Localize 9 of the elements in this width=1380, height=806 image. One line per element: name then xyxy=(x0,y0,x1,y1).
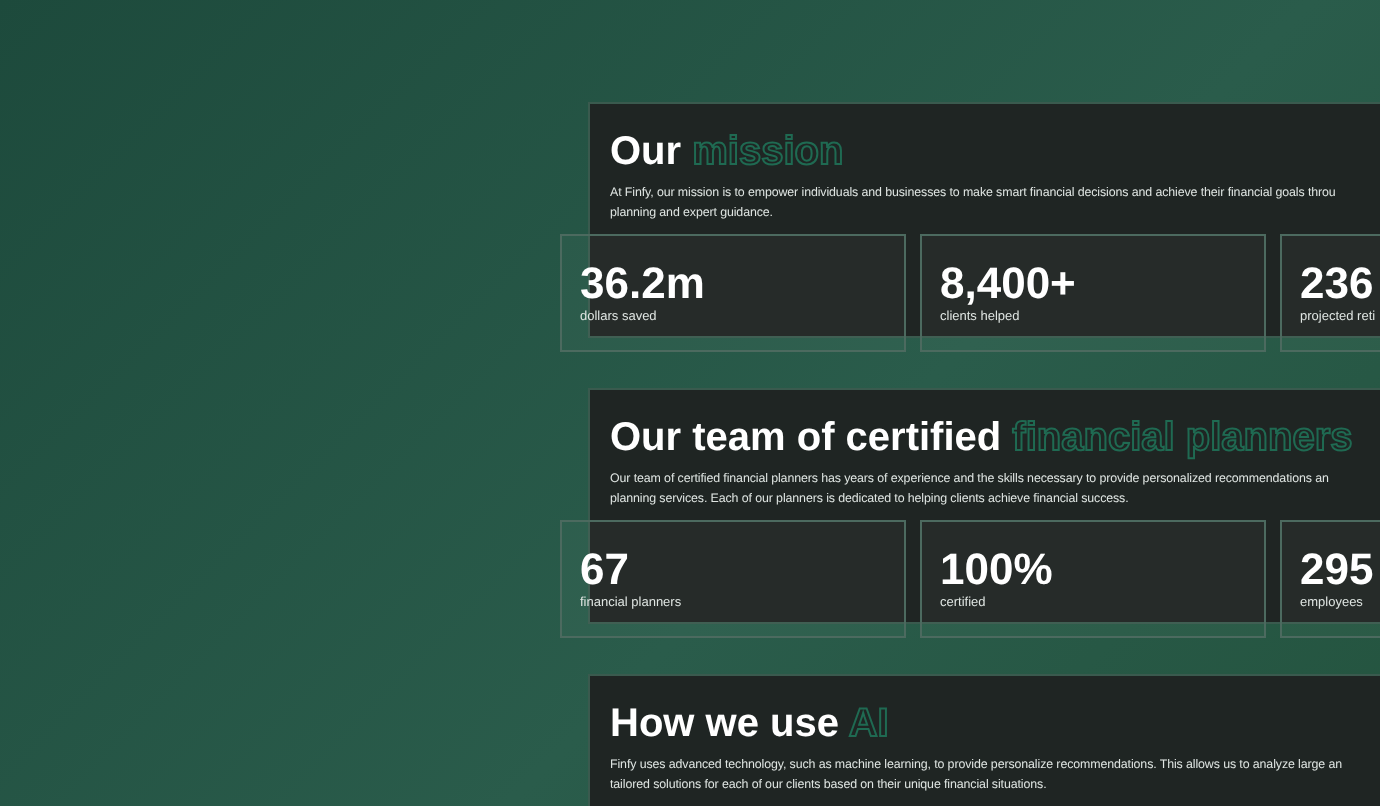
stat-value: 8,400+ xyxy=(940,260,1076,308)
stat-value: 236 xyxy=(1300,260,1374,308)
stat-value: 67 xyxy=(580,546,629,594)
stat-value: 295 xyxy=(1300,546,1374,594)
section-heading: Our mission xyxy=(610,128,844,176)
stat-value: 100% xyxy=(940,546,1053,594)
stat-value: 36.2m xyxy=(580,260,705,308)
section-heading: How we use AI xyxy=(610,700,889,748)
section-heading: Our team of certified financial planners xyxy=(610,414,1353,462)
